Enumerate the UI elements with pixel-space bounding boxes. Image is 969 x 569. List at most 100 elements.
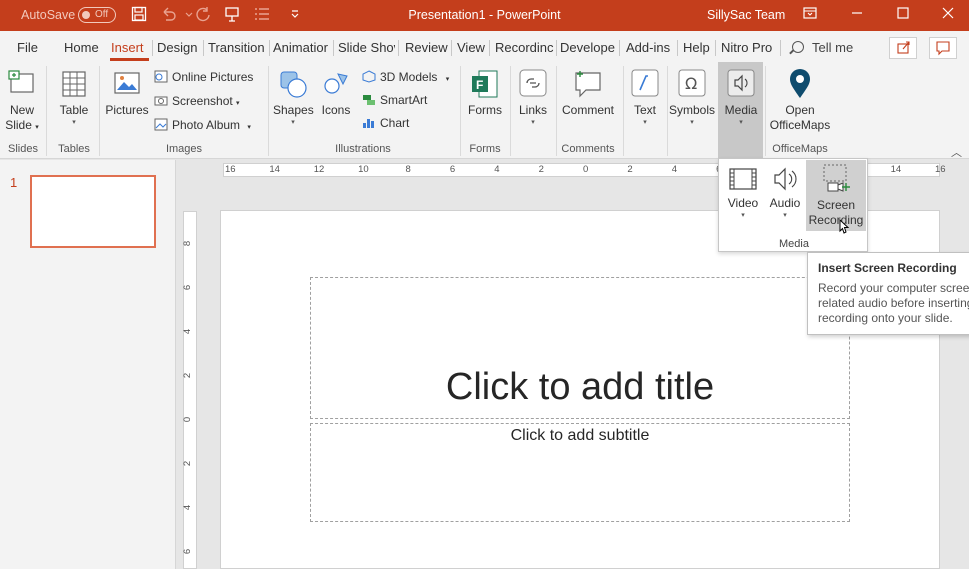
tab-home[interactable]: Home — [64, 40, 104, 55]
tab-view[interactable]: View — [457, 40, 487, 55]
screenshot-button[interactable]: Screenshot ▾ — [154, 94, 240, 108]
chart-button[interactable]: Chart — [362, 116, 409, 130]
ruler-label: 2 — [182, 372, 194, 379]
ruler-label: 10 — [358, 164, 369, 175]
comment-button[interactable]: Comment — [559, 68, 617, 118]
mouse-cursor-icon — [839, 218, 850, 234]
share-button[interactable] — [889, 37, 917, 59]
ruler-label: 0 — [182, 416, 194, 423]
3d-models-button[interactable]: 3D Models ▾ — [362, 70, 449, 84]
ruler-label: 2 — [627, 164, 633, 175]
table-button[interactable]: Table ▾ — [55, 68, 93, 127]
tab-animations[interactable]: Animatior — [273, 40, 330, 55]
links-button[interactable]: Links ▾ — [515, 68, 551, 127]
user-name[interactable]: SillySac Team — [707, 8, 785, 22]
smartart-button[interactable]: SmartArt — [362, 93, 427, 107]
close-icon[interactable] — [938, 5, 958, 25]
tab-transitions[interactable]: Transition — [208, 40, 268, 55]
tab-nitro-pro[interactable]: Nitro Pro — [721, 40, 777, 55]
bullets-icon[interactable] — [253, 6, 271, 24]
tab-separator — [333, 40, 334, 56]
tab-recording[interactable]: Recordinc — [495, 40, 554, 55]
tell-me-label: Tell me — [812, 40, 854, 55]
video-label: Video — [727, 196, 759, 210]
media-label: Media — [724, 103, 758, 117]
tab-separator — [619, 40, 620, 56]
group-label-officemaps: OfficeMaps — [772, 143, 828, 155]
tab-slide-show[interactable]: Slide Shov — [338, 40, 395, 55]
vertical-ruler: 8 6 4 2 0 2 4 6 — [182, 211, 197, 569]
title-bar: AutoSave Off Presentation1 - PowerPoint … — [0, 0, 969, 31]
tab-developer[interactable]: Develope — [560, 40, 617, 55]
tab-design[interactable]: Design — [157, 40, 201, 55]
speaker-icon — [727, 69, 755, 97]
ruler-label: 8 — [405, 164, 411, 175]
toggle-knob — [82, 11, 90, 19]
shapes-button[interactable]: Shapes ▾ — [273, 68, 314, 127]
ruler-label: 4 — [182, 328, 194, 335]
undo-icon[interactable] — [160, 6, 178, 24]
tooltip-title: Insert Screen Recording — [818, 261, 957, 275]
tab-separator — [451, 40, 452, 56]
present-from-beginning-icon[interactable] — [223, 6, 241, 24]
ribbon-display-options-icon[interactable] — [800, 5, 820, 25]
tab-add-ins[interactable]: Add-ins — [626, 40, 674, 55]
photo-album-button[interactable]: Photo Album ▾ — [154, 118, 251, 132]
title-placeholder[interactable]: Click to add title — [310, 277, 850, 419]
table-icon — [62, 71, 86, 97]
link-icon — [519, 69, 547, 97]
autosave-toggle[interactable]: Off — [78, 7, 116, 23]
symbols-label: Symbols — [669, 103, 716, 117]
tab-separator — [677, 40, 678, 56]
tooltip-body: Record your computer screen related audi… — [818, 281, 969, 326]
tab-separator — [780, 40, 781, 56]
save-icon[interactable] — [130, 6, 148, 24]
video-button[interactable]: Video ▾ — [725, 165, 761, 220]
comments-button[interactable] — [929, 37, 957, 59]
group-separator — [623, 66, 624, 156]
subtitle-placeholder-text: Click to add subtitle — [510, 427, 650, 444]
tab-help[interactable]: Help — [683, 40, 713, 55]
media-button[interactable]: Media ▾ — [720, 68, 762, 127]
text-button[interactable]: Text ▾ — [627, 68, 663, 127]
subtitle-placeholder[interactable]: Click to add subtitle — [310, 423, 850, 522]
customize-toolbar-icon[interactable] — [286, 6, 304, 24]
slide-thumbnail[interactable] — [30, 175, 156, 248]
tab-file[interactable]: File — [17, 40, 43, 55]
svg-text:F: F — [476, 78, 483, 92]
icons-icon — [324, 73, 348, 94]
table-label: Table — [59, 103, 89, 117]
shapes-icon — [280, 71, 307, 98]
tab-separator — [556, 40, 557, 56]
title-placeholder-text: Click to add title — [445, 366, 715, 408]
maximize-icon[interactable] — [893, 5, 913, 25]
online-pictures-button[interactable]: Online Pictures — [154, 70, 253, 84]
group-label-slides: Slides — [8, 143, 38, 155]
group-separator — [268, 66, 269, 156]
icons-button[interactable]: Icons — [318, 68, 354, 118]
forms-icon: F — [472, 70, 498, 98]
active-tab-indicator — [110, 58, 149, 61]
forms-button[interactable]: F Forms — [465, 68, 505, 118]
chart-icon — [363, 119, 374, 128]
photo-album-icon — [154, 118, 168, 131]
tab-review[interactable]: Review — [405, 40, 450, 55]
screen-recording-icon — [823, 164, 850, 192]
symbols-button[interactable]: Ω Symbols ▾ — [669, 68, 715, 127]
tab-insert[interactable]: Insert — [111, 40, 151, 55]
audio-button[interactable]: Audio ▾ — [767, 165, 803, 220]
group-label-tables: Tables — [58, 143, 90, 155]
pictures-button[interactable]: Pictures — [104, 68, 150, 118]
ribbon-insert: New Slide ▾ Slides Table ▾ Tables Pictur… — [0, 62, 969, 159]
pictures-label: Pictures — [105, 103, 149, 117]
open-officemaps-button[interactable]: Open OfficeMaps — [767, 68, 833, 133]
comment-icon — [575, 71, 601, 98]
collapse-ribbon-icon[interactable]: ︿ — [951, 144, 962, 160]
tab-separator — [269, 40, 270, 56]
redo-icon[interactable] — [194, 6, 212, 24]
minimize-icon[interactable] — [847, 5, 867, 25]
media-group-label: Media — [779, 238, 809, 250]
new-slide-button[interactable]: New Slide ▾ — [4, 68, 40, 135]
new-slide-label: New — [9, 103, 34, 117]
tell-me-search[interactable]: Tell me — [792, 40, 853, 55]
